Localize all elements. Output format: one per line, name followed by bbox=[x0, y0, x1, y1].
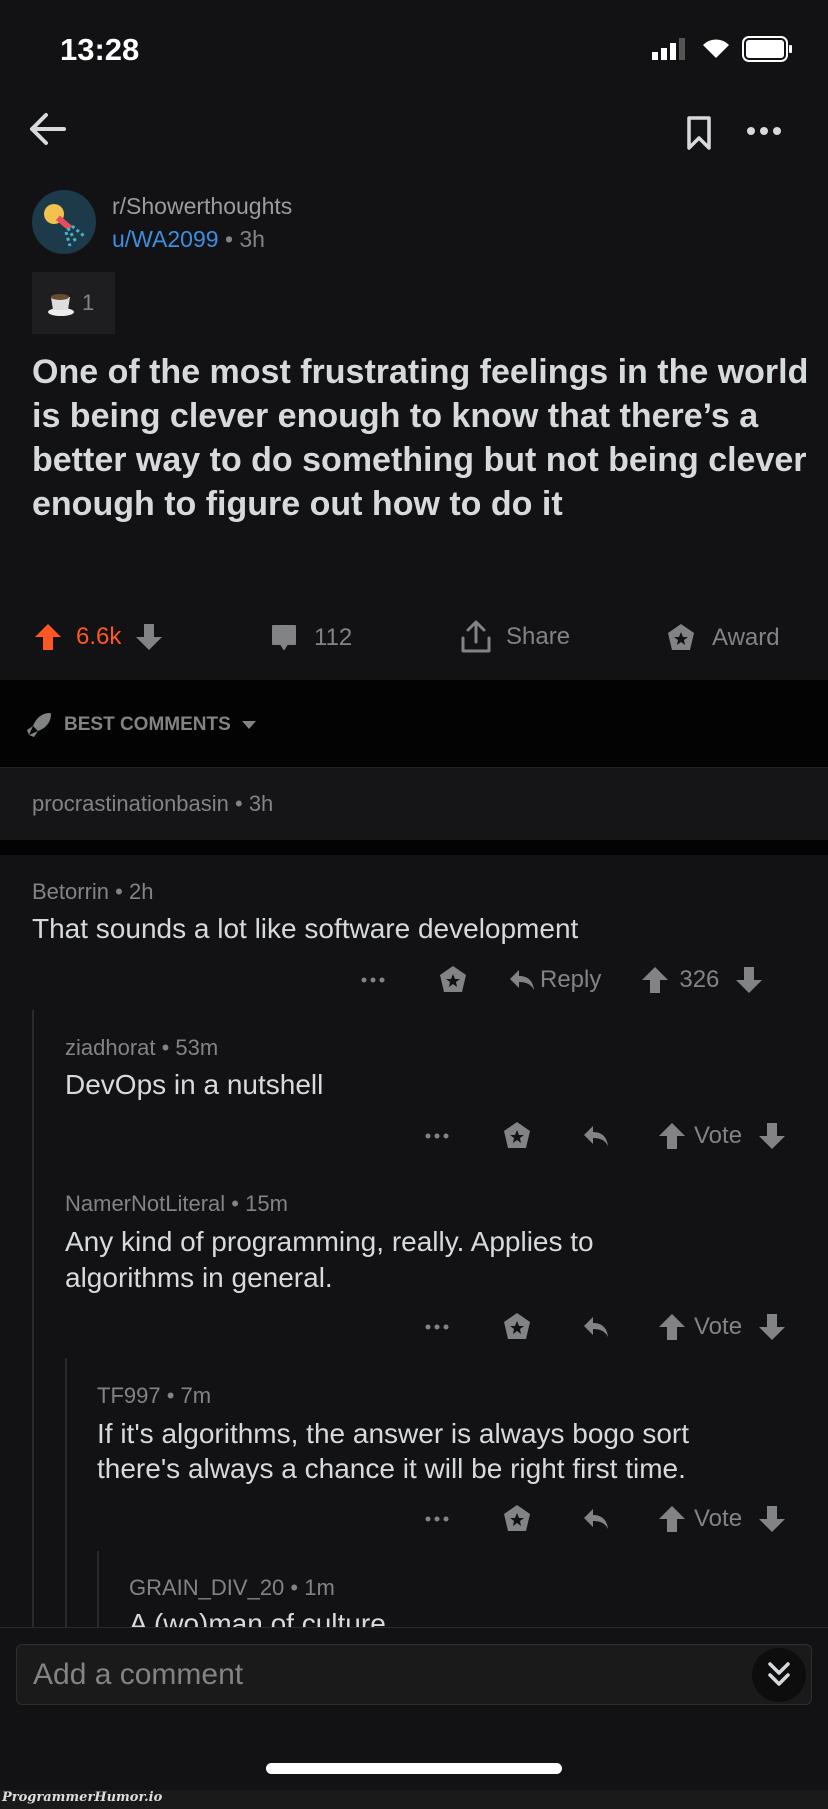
post-title: One of the most frustrating feelings in … bbox=[32, 353, 809, 523]
battery-icon bbox=[742, 36, 794, 62]
comment-actions: Reply 326 bbox=[360, 964, 763, 996]
sort-dropdown[interactable]: BEST COMMENTS bbox=[24, 710, 257, 740]
comments-button[interactable]: 112 bbox=[270, 624, 352, 652]
add-comment-input[interactable]: Add a comment bbox=[16, 1644, 812, 1705]
award-button[interactable]: Award bbox=[666, 622, 780, 654]
caret-down-icon bbox=[241, 721, 256, 729]
comment-score: 326 bbox=[679, 966, 720, 993]
post-score: 6.6k bbox=[76, 623, 122, 650]
tea-award-icon bbox=[48, 294, 74, 316]
reply-icon[interactable] bbox=[582, 1124, 610, 1148]
downvote-icon[interactable] bbox=[135, 622, 163, 652]
thread-line[interactable] bbox=[65, 1358, 67, 1627]
more-icon[interactable] bbox=[424, 1323, 450, 1331]
more-icon[interactable] bbox=[424, 1515, 450, 1523]
more-options-button[interactable] bbox=[746, 126, 782, 136]
upvote-icon[interactable] bbox=[658, 1504, 686, 1534]
downvote-icon[interactable] bbox=[758, 1504, 786, 1534]
comment-body: That sounds a lot like software developm… bbox=[32, 913, 579, 944]
award-icon[interactable] bbox=[502, 1311, 532, 1343]
more-icon[interactable] bbox=[424, 1132, 450, 1140]
bookmark-button[interactable] bbox=[686, 115, 712, 151]
reply-button[interactable]: Reply bbox=[508, 966, 601, 994]
subreddit-avatar[interactable] bbox=[32, 190, 96, 254]
comment-body: there's always a chance it will be right… bbox=[97, 1453, 686, 1484]
share-icon bbox=[461, 620, 491, 653]
comment-actions: Vote bbox=[424, 1311, 786, 1343]
comment-body: If it's algorithms, the answer is always… bbox=[97, 1418, 690, 1449]
award-icon[interactable] bbox=[502, 1120, 532, 1152]
double-chevron-down-icon bbox=[768, 1662, 790, 1686]
reply-icon[interactable] bbox=[582, 1315, 610, 1339]
award-count: 1 bbox=[82, 290, 95, 315]
comment-actions: Vote bbox=[424, 1120, 786, 1152]
comment-body: algorithms in general. bbox=[65, 1262, 333, 1293]
comment-meta: TF997 • 7m bbox=[97, 1383, 212, 1408]
more-icon[interactable] bbox=[360, 976, 386, 984]
status-time: 13:28 bbox=[60, 32, 140, 67]
collapsed-comment-meta: procrastinationbasin • 3h bbox=[32, 791, 274, 816]
back-button[interactable] bbox=[28, 112, 68, 146]
vote-label: Vote bbox=[694, 1122, 743, 1149]
rocket-icon bbox=[27, 713, 51, 737]
wifi-icon bbox=[700, 36, 732, 60]
comment-meta: ziadhorat • 53m bbox=[65, 1035, 219, 1060]
upvote-icon[interactable] bbox=[658, 1121, 686, 1151]
comment-meta: Betorrin • 2h bbox=[32, 879, 154, 904]
share-button[interactable]: Share bbox=[460, 620, 570, 654]
award-icon[interactable] bbox=[502, 1503, 532, 1535]
downvote-icon[interactable] bbox=[758, 1121, 786, 1151]
comment-meta: NamerNotLiteral • 15m bbox=[65, 1191, 288, 1216]
comment-meta: GRAIN_DIV_20 • 1m bbox=[129, 1575, 335, 1600]
award-icon[interactable] bbox=[438, 964, 468, 996]
comment-body: Any kind of programming, really. Applies… bbox=[65, 1226, 594, 1257]
post-author[interactable]: u/WA2099 bbox=[112, 226, 219, 252]
vote-label: Vote bbox=[694, 1313, 743, 1340]
subreddit-name[interactable]: r/Showerthoughts bbox=[112, 193, 292, 220]
upvote-icon[interactable] bbox=[641, 965, 669, 995]
downvote-icon[interactable] bbox=[758, 1312, 786, 1342]
reply-icon[interactable] bbox=[582, 1507, 610, 1531]
downvote-icon[interactable] bbox=[735, 965, 763, 995]
post-age: • 3h bbox=[224, 226, 265, 252]
comment-body: DevOps in a nutshell bbox=[65, 1069, 324, 1100]
comment-actions: Vote bbox=[424, 1503, 786, 1535]
upvote-icon[interactable] bbox=[34, 622, 62, 652]
watermark: ProgrammerHumor.io bbox=[0, 1790, 828, 1809]
reply-icon bbox=[510, 970, 534, 990]
comment-icon bbox=[272, 625, 296, 650]
award-badge[interactable]: 1 bbox=[32, 272, 115, 334]
signal-icon bbox=[652, 38, 686, 60]
thread-line[interactable] bbox=[32, 1010, 34, 1627]
divider bbox=[0, 840, 828, 855]
award-icon bbox=[668, 624, 694, 650]
vote-label: Vote bbox=[694, 1505, 743, 1532]
thread-line[interactable] bbox=[97, 1551, 99, 1627]
home-indicator bbox=[266, 1763, 562, 1774]
upvote-icon[interactable] bbox=[658, 1312, 686, 1342]
jump-to-next-button[interactable] bbox=[752, 1648, 806, 1702]
